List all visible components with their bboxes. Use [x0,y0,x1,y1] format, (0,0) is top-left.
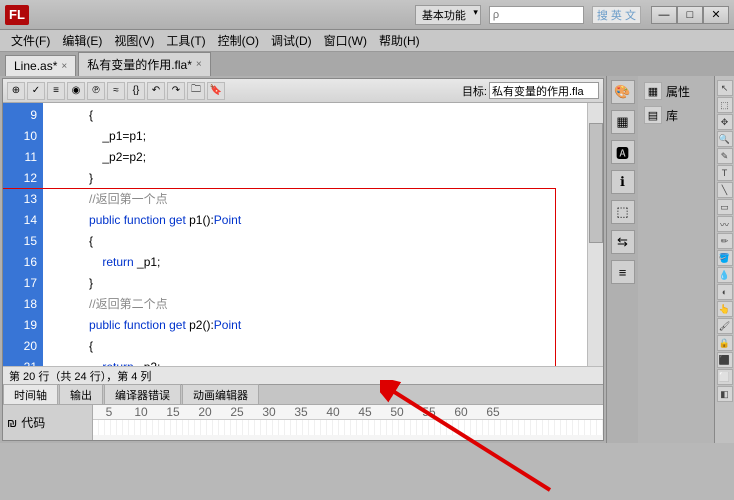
toolbar-button-7[interactable]: ↶ [147,82,165,100]
close-button[interactable]: ✕ [703,6,729,24]
toolbar-button-9[interactable]: 🗀 [187,82,205,100]
code-editor-panel: ⊕✓≡◉℗≈{}↶↷🗀🔖 目标: 910111213141516171819202… [2,78,604,441]
tool-9[interactable]: ✏ [717,233,733,249]
library-icon: ▤ [644,106,662,124]
toolbar-button-3[interactable]: ◉ [67,82,85,100]
document-tabstrip: Line.as*×私有变量的作用.fla*× [0,52,734,76]
dock-icon-1[interactable]: ▦ [611,110,635,134]
timeline-track[interactable] [93,419,603,435]
tool-7[interactable]: ▭ [717,199,733,215]
tool-6[interactable]: ╲ [717,182,733,198]
minimize-button[interactable]: — [651,6,677,24]
document-tab[interactable]: 私有变量的作用.fla*× [78,52,211,76]
tool-17[interactable]: ⬜ [717,369,733,385]
target-label: 目标: [462,83,487,99]
vertical-scrollbar[interactable] [587,103,603,366]
dock-icon-5[interactable]: ⇆ [611,230,635,254]
tool-5[interactable]: T [717,165,733,181]
library-panel-button[interactable]: ▤ 库 [642,104,710,126]
tool-15[interactable]: 🔒 [717,335,733,351]
tool-12[interactable]: ◐ [717,284,733,300]
bottom-tab[interactable]: 动画编辑器 [182,384,259,406]
app-logo: FL [5,5,29,25]
toolbar-button-8[interactable]: ↷ [167,82,185,100]
toolbar-button-2[interactable]: ≡ [47,82,65,100]
dock-icon-4[interactable]: ⬚ [611,200,635,224]
menu-文件[interactable]: 文件(F) [5,30,56,51]
close-icon[interactable]: × [61,61,67,72]
tool-14[interactable]: 🖌 [717,318,733,334]
menu-控制[interactable]: 控制(O) [212,30,265,51]
tool-0[interactable]: ↖ [717,80,733,96]
line-gutter: 910111213141516171819202122 [3,103,43,366]
timeline-layer[interactable]: ₪ 代码 [3,405,93,440]
bottom-tab[interactable]: 时间轴 [3,384,58,406]
bottom-tab[interactable]: 输出 [59,384,103,406]
search-language-indicator[interactable]: 搜 英 文 [592,6,641,24]
toolbar-button-5[interactable]: ≈ [107,82,125,100]
timeline-panel: ₪ 代码 5101520253035404550556065 [3,404,603,440]
search-input[interactable] [489,6,584,24]
properties-icon: ▦ [644,82,662,100]
dock-icon-3[interactable]: ℹ [611,170,635,194]
right-dock: 🎨 ▦ 🅰ℹ ⬚ ⇆ ≡ ▦ 属性 ▤ 库 [606,76,714,443]
editor-toolbar: ⊕✓≡◉℗≈{}↶↷🗀🔖 目标: [3,79,603,103]
tool-13[interactable]: 👆 [717,301,733,317]
dock-icon-2[interactable]: 🅰 [611,140,635,164]
close-icon[interactable]: × [196,59,202,70]
maximize-button[interactable]: □ [677,6,703,24]
editor-statusbar: 第 20 行（共 24 行），第 4 列 [3,366,603,384]
menubar: 文件(F)编辑(E)视图(V)工具(T)控制(O)调试(D)窗口(W)帮助(H) [0,30,734,52]
tool-8[interactable]: 〰 [717,216,733,232]
menu-帮助[interactable]: 帮助(H) [373,30,426,51]
document-tab[interactable]: Line.as*× [5,55,76,76]
menu-调试[interactable]: 调试(D) [265,30,318,51]
tool-2[interactable]: ✥ [717,114,733,130]
dock-icon-6[interactable]: ≡ [611,260,635,284]
toolbar-button-10[interactable]: 🔖 [207,82,225,100]
library-label: 库 [666,107,678,124]
menu-工具[interactable]: 工具(T) [160,30,211,51]
tools-panel: ↖⬚✥🔍✎T╲▭〰✏🪣💧◐👆🖌🔒⬛⬜◧ [714,76,734,443]
toolbar-button-0[interactable]: ⊕ [7,82,25,100]
workspace-mode-select[interactable]: 基本功能 [415,5,481,25]
script-icon: ₪ [7,416,17,430]
toolbar-button-6[interactable]: {} [127,82,145,100]
tool-11[interactable]: 💧 [717,267,733,283]
titlebar: FL 基本功能 搜 英 文 — □ ✕ [0,0,734,30]
toolbar-button-4[interactable]: ℗ [87,82,105,100]
timeline-ruler[interactable]: 5101520253035404550556065 [93,405,603,440]
tool-18[interactable]: ◧ [717,386,733,402]
bottom-tab[interactable]: 编译器错误 [104,384,181,406]
menu-编辑[interactable]: 编辑(E) [56,30,108,51]
tool-16[interactable]: ⬛ [717,352,733,368]
dock-icon-0[interactable]: 🎨 [611,80,635,104]
target-select[interactable] [489,82,599,99]
tool-4[interactable]: ✎ [717,148,733,164]
tool-10[interactable]: 🪣 [717,250,733,266]
properties-panel-button[interactable]: ▦ 属性 [642,80,710,102]
tool-3[interactable]: 🔍 [717,131,733,147]
bottom-tabstrip: 时间轴输出编译器错误动画编辑器 [3,384,603,404]
toolbar-button-1[interactable]: ✓ [27,82,45,100]
code-body[interactable]: { _p1=p1; _p2=p2; } //返回第一个点 public func… [43,103,587,366]
window-controls: — □ ✕ [651,6,729,24]
tool-1[interactable]: ⬚ [717,97,733,113]
menu-视图[interactable]: 视图(V) [108,30,160,51]
layer-label: 代码 [21,414,45,431]
menu-窗口[interactable]: 窗口(W) [318,30,373,51]
properties-label: 属性 [666,83,690,100]
